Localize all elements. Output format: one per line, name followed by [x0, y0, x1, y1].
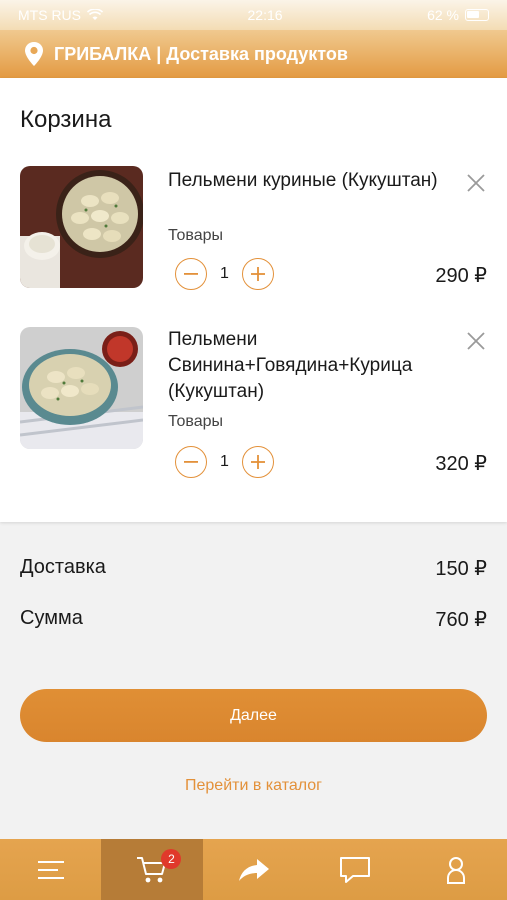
decrease-button[interactable] [175, 446, 207, 478]
carrier-label: MTS RUS [18, 7, 81, 23]
close-icon [467, 174, 485, 192]
total-value: 760 ₽ [435, 609, 487, 631]
total-row: Сумма 760 ₽ [20, 607, 487, 632]
minus-icon [184, 461, 198, 463]
item-name: Пельмени Свинина+Говядина+Курица (Кукушт… [168, 329, 413, 402]
tab-profile[interactable] [406, 839, 507, 900]
item-name: Пельмени куриные (Кукуштан) [168, 170, 438, 191]
share-icon [238, 858, 269, 881]
decrease-button[interactable] [175, 258, 207, 290]
plus-icon [251, 455, 265, 469]
page-title: Корзина [20, 106, 112, 133]
delivery-value: 150 ₽ [435, 558, 487, 580]
product-image[interactable] [20, 327, 143, 449]
item-category: Товары [168, 227, 224, 244]
tab-chat[interactable] [304, 839, 405, 900]
status-left: MTS RUS [18, 7, 103, 23]
remove-item-button[interactable] [464, 171, 488, 195]
minus-icon [184, 273, 198, 275]
catalog-link[interactable]: Перейти в каталог [0, 777, 507, 795]
header-title: ГРИБАЛКА | Доставка продуктов [54, 43, 348, 64]
tab-menu[interactable] [0, 839, 101, 900]
menu-icon [37, 860, 64, 879]
tab-cart[interactable]: 2 [101, 839, 203, 900]
increase-button[interactable] [242, 446, 274, 478]
total-label: Сумма [20, 607, 83, 629]
cart-panel: Корзина Пельмени куриные (Кукуштан) Това… [0, 78, 507, 522]
app-header[interactable]: ГРИБАЛКА | Доставка продуктов [0, 30, 507, 78]
wifi-icon [87, 9, 103, 20]
status-time: 22:16 [247, 7, 283, 23]
tab-share[interactable] [203, 839, 304, 900]
status-bar: MTS RUS 22:16 62 % [0, 0, 507, 30]
chat-icon [339, 856, 370, 883]
increase-button[interactable] [242, 258, 274, 290]
remove-item-button[interactable] [464, 329, 488, 353]
profile-icon [447, 856, 466, 884]
battery-percent: 62 % [427, 7, 459, 23]
battery-icon [465, 9, 489, 21]
delivery-label: Доставка [20, 556, 106, 578]
item-price: 290 ₽ [435, 265, 487, 287]
close-icon [467, 332, 485, 350]
quantity-stepper: 1 [175, 446, 274, 478]
plus-icon [251, 267, 265, 281]
cart-badge: 2 [161, 849, 182, 869]
tab-bar: 2 [0, 839, 507, 900]
item-price: 320 ₽ [435, 453, 487, 475]
item-category: Товары [168, 413, 224, 430]
location-pin-icon [25, 42, 43, 66]
product-image[interactable] [20, 166, 143, 288]
quantity-value: 1 [220, 265, 229, 282]
status-right: 62 % [427, 7, 489, 23]
next-button[interactable]: Далее [20, 689, 487, 742]
quantity-value: 1 [220, 453, 229, 470]
delivery-row: Доставка 150 ₽ [20, 556, 487, 581]
quantity-stepper: 1 [175, 258, 274, 290]
